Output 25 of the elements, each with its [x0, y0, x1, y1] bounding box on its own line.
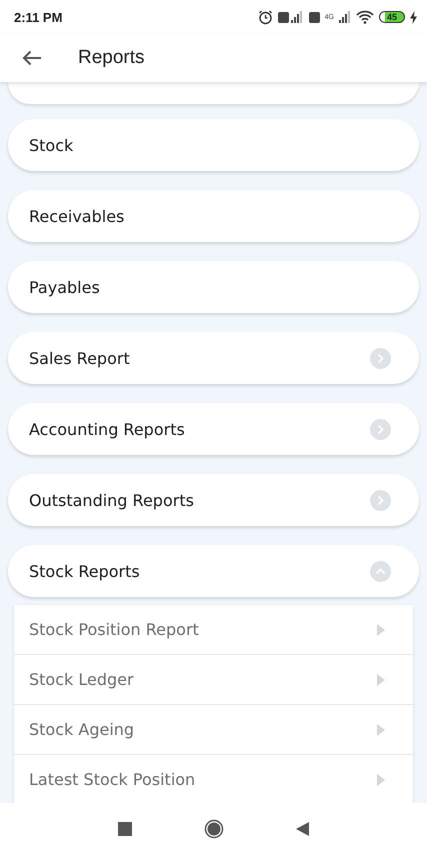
report-card[interactable]: Sales Report [8, 332, 419, 384]
charging-icon [410, 10, 417, 24]
report-card[interactable]: Accounting Reports [8, 403, 419, 455]
wifi-icon [356, 10, 374, 24]
caret-icon [377, 624, 385, 636]
battery-icon: 45 [379, 11, 405, 23]
report-card[interactable]: Payables [8, 261, 419, 313]
caret-icon [377, 724, 385, 736]
caret-icon [377, 774, 385, 786]
submenu-item[interactable]: Stock Position Report [14, 605, 413, 655]
submenu-item[interactable]: Stock Ageing [14, 705, 413, 755]
report-card[interactable]: Stock Reports [8, 545, 419, 597]
signal-icon [339, 10, 351, 24]
report-card[interactable]: Outstanding Reports [8, 474, 419, 526]
report-card[interactable]: Receivables [8, 190, 419, 242]
submenu-item[interactable]: Stock Ledger [14, 655, 413, 705]
recents-button[interactable] [118, 822, 132, 836]
screen-title: Reports [78, 47, 145, 69]
back-nav-button[interactable] [296, 822, 309, 836]
alarm-icon [258, 10, 273, 24]
home-button[interactable] [204, 818, 224, 838]
signal-icon [278, 10, 304, 24]
status-time: 2:11 PM [14, 10, 62, 24]
report-card[interactable]: Stock [8, 119, 419, 171]
caret-icon [377, 674, 385, 686]
